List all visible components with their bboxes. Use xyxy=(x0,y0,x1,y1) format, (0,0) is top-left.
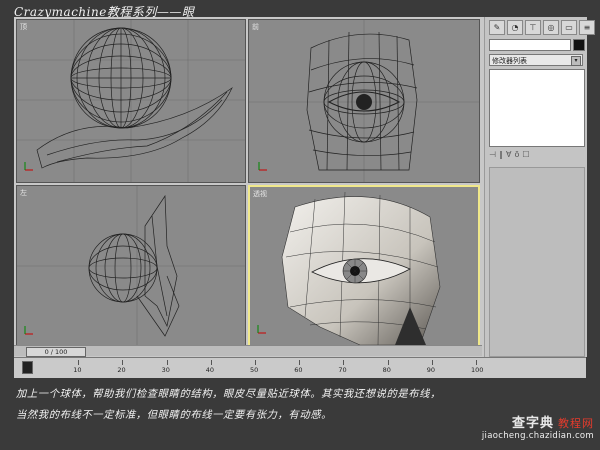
perspective-shaded-model xyxy=(257,191,441,345)
configure-sets-icon[interactable]: ☐ xyxy=(522,150,529,159)
caption-line-1: 加上一个球体，帮助我们检查眼睛的结构，眼皮尽量贴近球体。其实我还想说的是布线， xyxy=(16,388,441,400)
chevron-down-icon: ▾ xyxy=(571,56,581,66)
track-bar-tick-label: 100 xyxy=(471,366,484,374)
time-slider[interactable]: 0 / 100 xyxy=(26,347,86,357)
make-unique-icon[interactable]: ∀ xyxy=(506,150,511,159)
create-icon[interactable]: ✎ xyxy=(489,20,505,35)
track-bar-tick-label: 40 xyxy=(205,366,215,374)
modifier-list-label: 修改器列表 xyxy=(492,57,527,65)
command-panel: ✎ ◔ ⊤ ◎ ▭ ≡ 修改器列表 ▾ ⊣ ‖ ∀ ō ☐ xyxy=(484,17,595,357)
modifier-list-dropdown[interactable]: 修改器列表 ▾ xyxy=(489,54,583,66)
show-end-result-icon[interactable]: ‖ xyxy=(499,150,503,159)
left-view-wireframe xyxy=(17,186,245,346)
object-color-swatch[interactable] xyxy=(573,39,585,51)
motion-icon[interactable]: ◎ xyxy=(543,20,559,35)
viewport-perspective[interactable]: 透视 xyxy=(248,185,480,347)
watermark: 查字典 教程网 jiaocheng.chazidian.com xyxy=(482,412,594,441)
track-bar-tick xyxy=(255,360,256,365)
front-view-wireframe xyxy=(249,20,479,182)
stack-toolbar: ⊣ ‖ ∀ ō ☐ xyxy=(489,147,583,161)
track-bar-tick-label: 30 xyxy=(161,366,170,374)
modify-icon[interactable]: ◔ xyxy=(507,20,523,35)
watermark-url: jiaocheng.chazidian.com xyxy=(481,431,594,441)
track-bar-tick-label: 80 xyxy=(382,366,391,374)
remove-modifier-icon[interactable]: ō xyxy=(514,150,519,159)
modifier-stack[interactable] xyxy=(489,69,585,147)
track-bar-tick xyxy=(122,360,124,365)
track-bar-tick xyxy=(431,360,433,365)
command-panel-tabs: ✎ ◔ ⊤ ◎ ▭ ≡ xyxy=(489,20,595,35)
pin-stack-icon[interactable]: ⊣ xyxy=(489,150,496,159)
track-bar-tick-label: 70 xyxy=(338,366,347,374)
watermark-tag: 教程网 xyxy=(558,417,594,430)
track-bar-tick xyxy=(387,360,389,365)
object-name-field[interactable] xyxy=(489,39,571,51)
viewport-front[interactable]: 前 xyxy=(248,19,480,183)
track-bar-tick xyxy=(343,360,345,365)
utilities-icon[interactable]: ≡ xyxy=(579,20,595,35)
watermark-brand: 查字典 教程网 xyxy=(511,416,594,431)
viewport-left[interactable]: 左 xyxy=(16,185,246,347)
track-bar-tick xyxy=(299,360,301,365)
track-bar-tick xyxy=(210,360,212,365)
track-bar-tick-label: 60 xyxy=(294,366,303,374)
track-bar-tick-label: 90 xyxy=(426,366,436,374)
viewport-top[interactable]: 顶 xyxy=(16,19,246,183)
key-filter-button[interactable] xyxy=(22,361,33,374)
track-bar-tick xyxy=(166,360,168,365)
top-view-wireframe xyxy=(17,20,245,182)
hierarchy-icon[interactable]: ⊤ xyxy=(525,20,541,35)
track-bar-tick-label: 10 xyxy=(73,366,82,374)
display-icon[interactable]: ▭ xyxy=(561,20,577,35)
max-interface: 顶 前 左 透视 ✎ ◔ ⊤ ◎ ▭ ≡ 修改器列表 ▾ ⊣ ‖ ∀ ō ☐ 0… xyxy=(14,17,595,378)
track-bar-tick-label: 50 xyxy=(250,366,259,374)
track-bar-tick xyxy=(476,360,477,365)
track-bar-tick-label: 20 xyxy=(117,366,126,374)
parameters-rollout xyxy=(489,167,585,357)
track-bar-tick xyxy=(78,360,80,365)
